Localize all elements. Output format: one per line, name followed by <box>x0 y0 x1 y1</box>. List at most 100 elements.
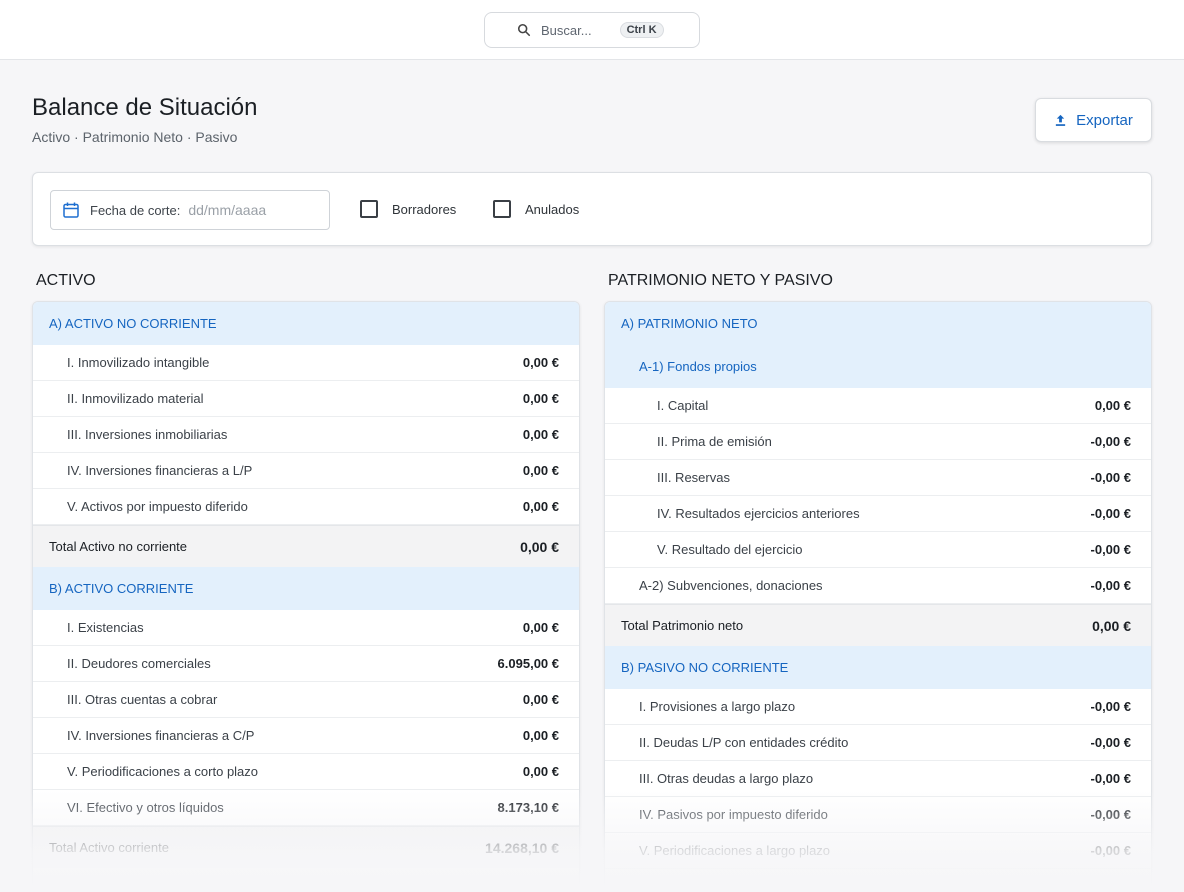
row-label: V. Resultado del ejercicio <box>657 542 803 557</box>
row-value: 8.173,10 € <box>497 800 559 815</box>
drafts-checkbox-box[interactable] <box>360 200 378 218</box>
drafts-checkbox[interactable]: Borradores <box>360 200 456 218</box>
table-row: III. Otras deudas a largo plazo -0,00 € <box>605 761 1151 797</box>
section-title: A) PATRIMONIO NETO <box>621 316 758 331</box>
drafts-label: Borradores <box>392 201 457 217</box>
section-patrimonio-neto: A) PATRIMONIO NETO <box>605 302 1151 345</box>
section-title: A) ACTIVO NO CORRIENTE <box>49 316 217 331</box>
export-label: Exportar <box>1076 111 1133 129</box>
row-value: -0,00 € <box>1090 578 1131 593</box>
table-row: IV. Inversiones financieras a C/P 0,00 € <box>33 718 579 754</box>
cutoff-date-label: Fecha de corte: <box>90 202 181 218</box>
row-label: V. Activos por impuesto diferido <box>67 499 248 514</box>
row-value: 0,00 € <box>522 463 559 478</box>
row-value: 6.095,00 € <box>497 656 559 671</box>
row-value: 0,00 € <box>522 355 559 370</box>
row-value: -0,00 € <box>1090 470 1131 485</box>
row-label: II. Deudas L/P con entidades crédito <box>639 735 849 750</box>
table-row: V. Resultado del ejercicio -0,00 € <box>605 532 1151 568</box>
row-label: IV. Resultados ejercicios anteriores <box>657 506 860 521</box>
row-label: III. Otras cuentas a cobrar <box>67 692 218 707</box>
row-value: 0,00 € <box>522 728 559 743</box>
export-button[interactable]: Exportar <box>1035 98 1152 142</box>
cutoff-date-field[interactable]: Fecha de corte: dd/mm/aaaa <box>50 190 330 230</box>
table-row: VI. Efectivo y otros líquidos 8.173,10 € <box>33 790 579 826</box>
row-label: IV. Inversiones financieras a L/P <box>67 463 253 478</box>
row-value: -0,00 € <box>1090 843 1131 858</box>
filters-card: Fecha de corte: dd/mm/aaaa Borradores An… <box>32 172 1152 246</box>
total-label: Total Activo no corriente <box>49 539 188 554</box>
row-value: -0,00 € <box>1090 542 1131 557</box>
table-row: I. Inmovilizado intangible 0,00 € <box>33 345 579 381</box>
section-activo-no-corriente: A) ACTIVO NO CORRIENTE <box>33 302 579 345</box>
table-row: IV. Resultados ejercicios anteriores -0,0… <box>605 496 1151 532</box>
row-value: -0,00 € <box>1090 735 1131 750</box>
total-value: 0,00 € <box>520 538 559 555</box>
table-row: V. Activos por impuesto diferido 0,00 € <box>33 489 579 525</box>
row-value: -0,00 € <box>1090 771 1131 786</box>
search-icon <box>517 23 531 37</box>
row-value: 0,00 € <box>522 620 559 635</box>
pasivo-panel: A) PATRIMONIO NETO A-1) Fondos propios I… <box>604 301 1152 892</box>
section-title: B) PASIVO NO CORRIENTE <box>621 660 789 675</box>
row-value: 0,00 € <box>522 391 559 406</box>
table-row: I. Capital 0,00 € <box>605 388 1151 424</box>
section-pasivo-no-corriente: B) PASIVO NO CORRIENTE <box>605 646 1151 689</box>
row-label: II. Inmovilizado material <box>67 391 204 406</box>
table-row: A-2) Subvenciones, donaciones -0,00 € <box>605 568 1151 604</box>
pasivo-heading: PATRIMONIO NETO Y PASIVO <box>608 272 833 289</box>
voided-checkbox[interactable]: Anulados <box>493 200 579 218</box>
row-value: 0,00 € <box>522 427 559 442</box>
total-value: 0,00 € <box>1092 617 1131 634</box>
section-activo-corriente: B) ACTIVO CORRIENTE <box>33 567 579 610</box>
row-value: -0,00 € <box>1090 807 1131 822</box>
section-title: B) ACTIVO CORRIENTE <box>49 581 194 596</box>
table-row: III. Reservas -0,00 € <box>605 460 1151 496</box>
table-row: IV. Pasivos por impuesto diferido -0,00 € <box>605 797 1151 833</box>
subsection-fondos-propios: A-1) Fondos propios <box>605 345 1151 388</box>
row-value: -0,00 € <box>1090 699 1131 714</box>
table-row: I. Existencias 0,00 € <box>33 610 579 646</box>
row-label: A-2) Subvenciones, donaciones <box>639 578 823 593</box>
search-box[interactable]: Buscar... Ctrl K <box>484 12 700 48</box>
search-placeholder: Buscar... <box>541 22 592 38</box>
table-row: III. Otras cuentas a cobrar 0,00 € <box>33 682 579 718</box>
table-row: II. Deudores comerciales 6.095,00 € <box>33 646 579 682</box>
row-label: V. Periodificaciones a largo plazo <box>639 843 831 858</box>
cutoff-date-placeholder: dd/mm/aaaa <box>188 202 267 218</box>
row-value: 0,00 € <box>522 692 559 707</box>
top-bar: Buscar... Ctrl K <box>0 0 1184 60</box>
total-row: Total Activo corriente 14.268,10 € <box>33 826 579 868</box>
activo-heading: ACTIVO <box>36 272 96 289</box>
table-row: IV. Inversiones financieras a L/P 0,00 € <box>33 453 579 489</box>
table-row: II. Prima de emisión -0,00 € <box>605 424 1151 460</box>
row-value: -0,00 € <box>1090 434 1131 449</box>
table-row: I. Provisiones a largo plazo -0,00 € <box>605 689 1151 725</box>
row-value: -0,00 € <box>1090 506 1131 521</box>
table-row: II. Deudas L/P con entidades crédito -0,0… <box>605 725 1151 761</box>
row-label: VI. Efectivo y otros líquidos <box>67 800 224 815</box>
row-label: IV. Inversiones financieras a C/P <box>67 728 255 743</box>
row-value: 0,00 € <box>1094 398 1131 413</box>
calendar-icon <box>63 202 79 218</box>
row-label: V. Periodificaciones a corto plazo <box>67 764 259 779</box>
row-label: II. Prima de emisión <box>657 434 772 449</box>
total-row: Total Activo no corriente 0,00 € <box>33 525 579 567</box>
total-row: Total Patrimonio neto 0,00 € <box>605 604 1151 646</box>
table-row: III. Inversiones inmobiliarias 0,00 € <box>33 417 579 453</box>
page-title: Balance de Situación <box>32 94 258 121</box>
row-label: I. Existencias <box>67 620 144 635</box>
table-row: V. Periodificaciones a largo plazo -0,00 … <box>605 833 1151 869</box>
total-value: 14.268,10 € <box>485 839 559 856</box>
total-label: Total Activo corriente <box>49 840 169 855</box>
voided-label: Anulados <box>525 201 580 217</box>
row-label: I. Provisiones a largo plazo <box>639 699 796 714</box>
total-label: Total Patrimonio neto <box>621 618 744 633</box>
table-row: II. Inmovilizado material 0,00 € <box>33 381 579 417</box>
voided-checkbox-box[interactable] <box>493 200 511 218</box>
row-label: III. Otras deudas a largo plazo <box>639 771 814 786</box>
subsection-title: A-1) Fondos propios <box>639 359 757 374</box>
row-label: III. Reservas <box>657 470 730 485</box>
table-row: V. Periodificaciones a corto plazo 0,00 € <box>33 754 579 790</box>
page-subtitle: Activo · Patrimonio Neto · Pasivo <box>32 129 238 145</box>
